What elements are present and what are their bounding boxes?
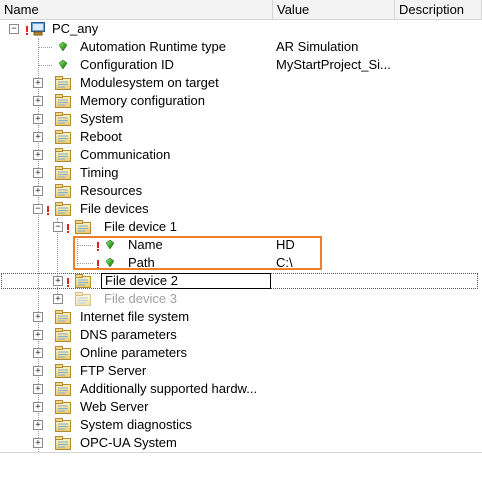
warning-marker-icon [67, 224, 69, 233]
tree-label: Internet file system [80, 309, 190, 324]
expand-toggle[interactable]: + [33, 150, 43, 160]
tree-label: Resources [80, 183, 143, 198]
collapse-toggle[interactable]: − [33, 204, 43, 214]
expand-toggle[interactable]: + [33, 420, 43, 430]
folder-icon [55, 94, 72, 108]
tree-label: Online parameters [80, 345, 187, 360]
tree-label: Configuration ID [80, 57, 174, 72]
tree-row[interactable]: + Internet file system [0, 308, 482, 326]
expand-toggle[interactable]: + [33, 402, 43, 412]
tree-label: Modulesystem on target [80, 75, 219, 90]
value-cell[interactable]: AR Simulation [276, 38, 358, 56]
folder-icon [55, 148, 72, 162]
tree-label: Timing [80, 165, 119, 180]
expand-toggle[interactable]: + [33, 168, 43, 178]
expand-toggle[interactable]: + [33, 114, 43, 124]
column-header-description[interactable]: Description [395, 0, 482, 19]
tree-row[interactable]: + FTP Server [0, 362, 482, 380]
tree-connector [38, 47, 52, 48]
column-header: Name Value Description [0, 0, 482, 20]
folder-icon [55, 130, 72, 144]
tree-label: Memory configuration [80, 93, 205, 108]
expand-toggle[interactable]: + [33, 312, 43, 322]
tree-row[interactable]: + System diagnostics [0, 416, 482, 434]
expand-toggle[interactable]: + [33, 186, 43, 196]
tree-row[interactable]: Automation Runtime type AR Simulation [0, 38, 482, 56]
tree-row[interactable]: + DNS parameters [0, 326, 482, 344]
tree-bottom-border [0, 452, 482, 453]
tree-row[interactable]: Configuration ID MyStartProject_Si... [0, 56, 482, 74]
green-gem-icon [59, 60, 67, 69]
value-cell[interactable]: MyStartProject_Si... [276, 56, 391, 74]
tree-label: System [80, 111, 124, 126]
expand-toggle[interactable]: + [33, 384, 43, 394]
expand-toggle[interactable]: + [33, 132, 43, 142]
expand-toggle[interactable]: + [33, 96, 43, 106]
tree-row[interactable]: + System [0, 110, 482, 128]
tree-row[interactable]: + Online parameters [0, 344, 482, 362]
folder-icon [55, 382, 72, 396]
expand-toggle[interactable]: + [33, 438, 43, 448]
tree-connector [38, 65, 52, 66]
tree-row-file-devices[interactable]: − File devices [0, 200, 482, 218]
folder-icon [75, 220, 92, 234]
rename-input-text: File device 2 [105, 273, 178, 288]
folder-icon [55, 400, 72, 414]
tree-label: Web Server [80, 399, 149, 414]
column-header-name[interactable]: Name [0, 0, 273, 19]
highlight-box [73, 236, 322, 270]
tree-label: Automation Runtime type [80, 39, 226, 54]
tree-label: OPC-UA System [80, 435, 177, 450]
tree-row-file-device-3[interactable]: + File device 3 [0, 290, 482, 308]
folder-icon [55, 184, 72, 198]
folder-icon [55, 310, 72, 324]
folder-icon [55, 346, 72, 360]
tree-label: Reboot [80, 129, 122, 144]
expand-toggle[interactable]: + [33, 348, 43, 358]
collapse-toggle[interactable]: − [9, 24, 19, 34]
tree-row[interactable]: + Timing [0, 164, 482, 182]
column-header-value[interactable]: Value [273, 0, 395, 19]
expand-toggle[interactable]: + [33, 78, 43, 88]
rename-input[interactable]: File device 2 [101, 273, 271, 289]
tree-row[interactable]: + Reboot [0, 128, 482, 146]
expand-toggle[interactable]: + [33, 366, 43, 376]
folder-icon [55, 166, 72, 180]
tree-row-file-device-1[interactable]: − File device 1 [0, 218, 482, 236]
folder-icon [55, 436, 72, 450]
tree-label: Additionally supported hardw... [80, 381, 258, 396]
tree-label: DNS parameters [80, 327, 177, 342]
folder-icon [55, 418, 72, 432]
tree-label: System diagnostics [80, 417, 192, 432]
tree-label: File device 1 [104, 219, 177, 234]
warning-marker-icon [47, 206, 49, 215]
folder-icon [55, 364, 72, 378]
folder-icon [55, 328, 72, 342]
tree-label-disabled: File device 3 [104, 291, 177, 306]
warning-marker-icon [26, 26, 28, 35]
collapse-toggle[interactable]: − [53, 222, 63, 232]
pc-icon [31, 22, 45, 36]
tree-row[interactable]: + Resources [0, 182, 482, 200]
expand-toggle[interactable]: + [53, 294, 63, 304]
tree-label-root: PC_any [52, 21, 99, 36]
folder-icon [55, 112, 72, 126]
expand-toggle[interactable]: + [33, 330, 43, 340]
folder-icon [55, 76, 72, 90]
green-gem-icon [59, 42, 67, 51]
tree-row[interactable]: + Modulesystem on target [0, 74, 482, 92]
folder-icon [55, 202, 72, 216]
tree-row[interactable]: + Additionally supported hardw... [0, 380, 482, 398]
tree-label: File devices [80, 201, 149, 216]
tree-label: Communication [80, 147, 171, 162]
tree-row[interactable]: + Communication [0, 146, 482, 164]
tree-label: FTP Server [80, 363, 147, 378]
tree-row-root[interactable]: − PC_any [0, 20, 482, 38]
folder-icon [75, 292, 92, 306]
tree-row[interactable]: + OPC-UA System [0, 434, 482, 452]
tree-row[interactable]: + Web Server [0, 398, 482, 416]
tree-row[interactable]: + Memory configuration [0, 92, 482, 110]
